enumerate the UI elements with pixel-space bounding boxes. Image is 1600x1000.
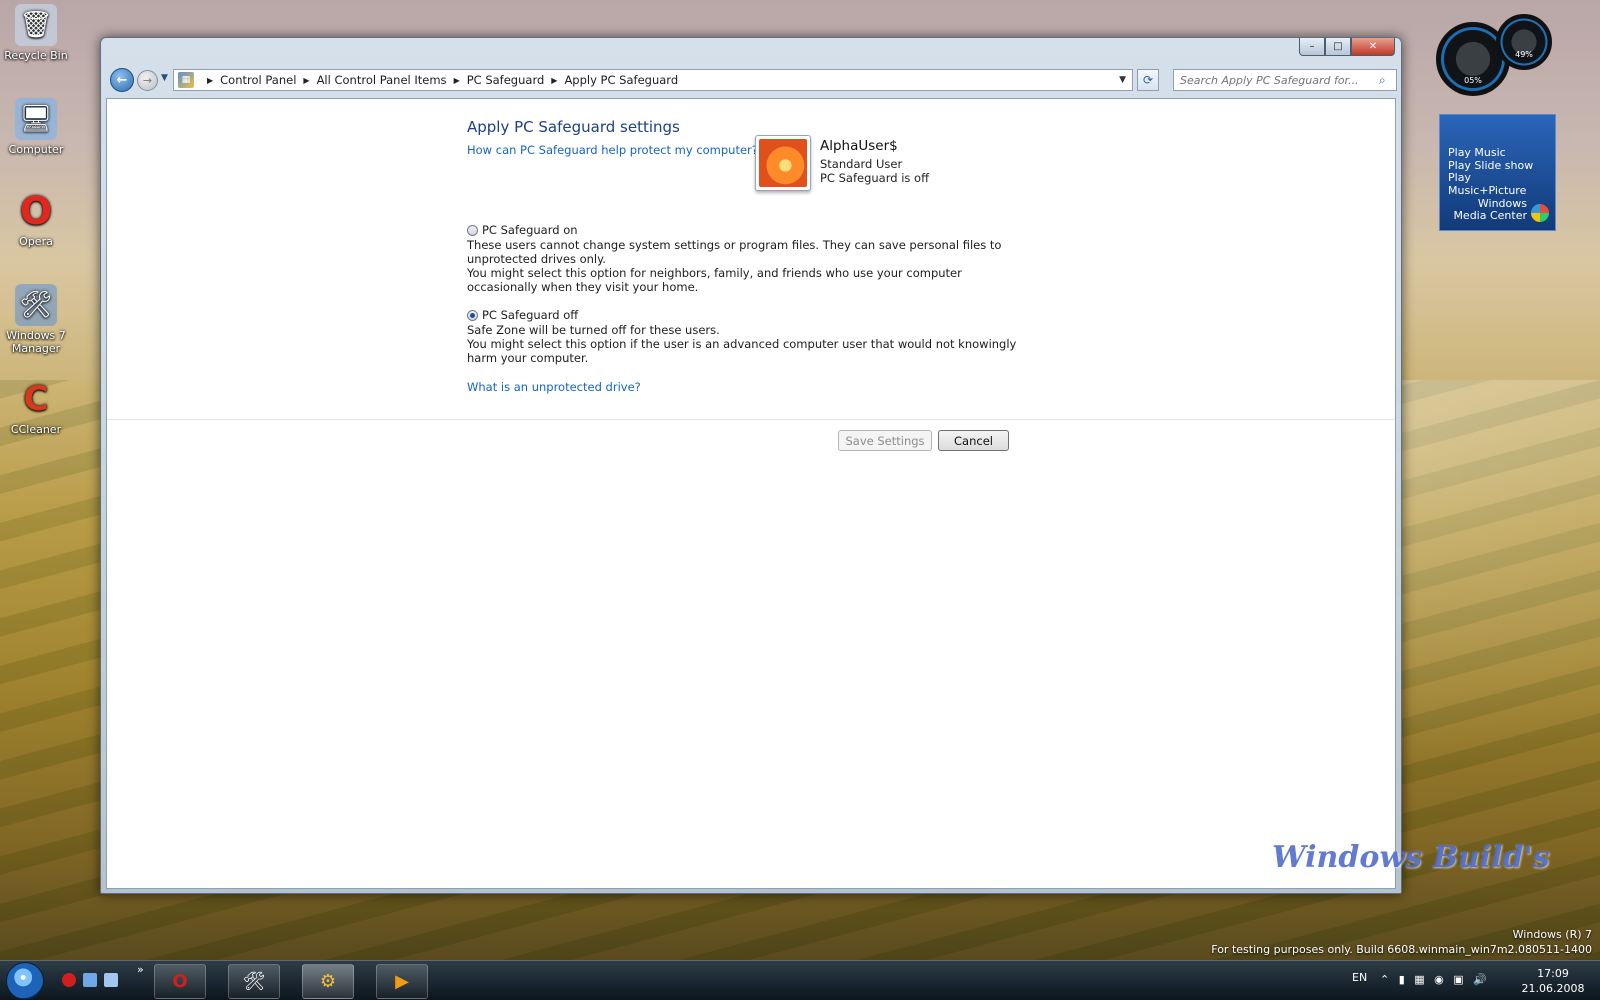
option-pc-safeguard-on: PC Safeguard on These users cannot chang…: [467, 223, 1027, 294]
desktop-icon-label: Opera: [19, 235, 53, 248]
clock-date: 21.06.2008: [1521, 982, 1585, 995]
taskbar: » O 🛠 ⚙ ▶ EN ⌃ ▮ ▦ ◉ ▣ 🔊 17:09 21.06.200…: [0, 960, 1600, 1000]
option-description: You might select this option for neighbo…: [467, 266, 962, 294]
address-dropdown-icon[interactable]: ▼: [1119, 75, 1126, 85]
language-indicator[interactable]: EN: [1352, 971, 1367, 984]
arrow-right-icon: →: [142, 74, 153, 87]
desktop-icon-label: Windows 7 Manager: [6, 329, 66, 355]
opera-icon: O: [19, 189, 53, 233]
option-description: You might select this option if the user…: [467, 337, 1017, 365]
desktop-icon-label: Computer: [8, 143, 64, 156]
cpu-meter-gadget[interactable]: 05% 49%: [1436, 14, 1552, 100]
breadcrumb-all-control-panel-items[interactable]: All Control Panel Items: [317, 73, 447, 87]
windows-7-manager-icon: 🛠: [15, 284, 57, 326]
page-title: Apply PC Safeguard settings: [467, 118, 680, 136]
user-type: Standard User: [820, 157, 903, 171]
option-description: These users cannot change system setting…: [467, 238, 1002, 266]
notification-tray-icons[interactable]: ⌃ ▮ ▦ ◉ ▣ 🔊: [1380, 973, 1490, 986]
back-button[interactable]: ←: [110, 68, 134, 92]
caption-buttons: – □ ✕: [1299, 38, 1395, 56]
quick-launch-desktop-icon[interactable]: [83, 973, 97, 987]
windows-7-manager-icon: 🛠: [242, 971, 266, 992]
breadcrumb-separator-icon[interactable]: ▶: [551, 76, 557, 85]
computer-icon: 🖥: [15, 98, 57, 140]
watermark-line: Windows (R) 7: [1512, 928, 1592, 941]
unprotected-drive-link[interactable]: What is an unprotected drive?: [467, 380, 641, 394]
chevron-down-icon: ▼: [161, 73, 168, 83]
user-name: AlphaUser$: [820, 138, 898, 154]
control-panel-icon: ▦: [178, 72, 194, 88]
media-center-label: Windows Media Center: [1453, 198, 1527, 222]
media-center-item[interactable]: Play Music: [1448, 146, 1547, 160]
media-center-gadget: Play Music Play Slide show Play Music+Pi…: [1439, 114, 1556, 231]
recent-pages-button[interactable]: ▼: [161, 73, 168, 83]
desktop-icon-windows-7-manager[interactable]: 🛠 Windows 7 Manager: [4, 284, 68, 355]
refresh-icon: ⟳: [1142, 73, 1154, 87]
address-bar[interactable]: ▦ ▶ Control Panel ▶ All Control Panel It…: [173, 69, 1133, 91]
media-center-item[interactable]: Play Music+Picture: [1448, 171, 1547, 197]
maximize-button[interactable]: □: [1325, 38, 1351, 56]
option-label[interactable]: PC Safeguard on: [482, 223, 578, 237]
option-description: Safe Zone will be turned off for these u…: [467, 323, 720, 337]
media-center-label-line: Media Center: [1453, 209, 1527, 222]
desktop-icon-label: CCleaner: [10, 423, 62, 436]
desktop-icon-opera[interactable]: O Opera: [4, 189, 68, 248]
minimize-button[interactable]: –: [1299, 38, 1325, 56]
taskbar-button-control-panel[interactable]: ⚙: [302, 964, 354, 999]
refresh-button[interactable]: ⟳: [1137, 69, 1159, 91]
taskbar-button-media-player[interactable]: ▶: [376, 964, 428, 999]
media-player-icon: ▶: [395, 971, 409, 992]
flower-picture-icon: [759, 139, 807, 187]
quick-launch-more-icon[interactable]: »: [137, 963, 144, 976]
control-panel-window: – □ ✕ ← → ▼ ▦ ▶ Control Panel ▶ All Cont…: [100, 37, 1402, 894]
quick-launch-window-switcher-icon[interactable]: [104, 973, 118, 987]
watermark-logo: Windows Build's: [1272, 840, 1550, 875]
divider: [107, 419, 1395, 420]
desktop-icon-ccleaner[interactable]: C CCleaner: [4, 378, 68, 436]
option-pc-safeguard-off: PC Safeguard off Safe Zone will be turne…: [467, 308, 1027, 365]
breadcrumb-separator-icon[interactable]: ▶: [207, 76, 213, 85]
navigation-bar: ← → ▼ ▦ ▶ Control Panel ▶ All Control Pa…: [107, 68, 1397, 92]
watermark-line: For testing purposes only. Build 6608.wi…: [1211, 943, 1592, 956]
control-panel-icon: ⚙: [319, 971, 337, 992]
breadcrumb-pc-safeguard[interactable]: PC Safeguard: [467, 73, 545, 87]
breadcrumb-separator-icon[interactable]: ▶: [454, 76, 460, 85]
windows-logo-icon: [1531, 204, 1549, 222]
radio-pc-safeguard-off[interactable]: [467, 309, 478, 321]
forward-button[interactable]: →: [137, 70, 158, 91]
breadcrumb-separator-icon[interactable]: ▶: [303, 76, 309, 85]
save-settings-button[interactable]: Save Settings: [838, 430, 932, 451]
breadcrumb-control-panel[interactable]: Control Panel: [220, 73, 296, 87]
content-pane: Apply PC Safeguard settings How can PC S…: [106, 98, 1396, 889]
recycle-bin-icon: 🗑: [15, 4, 57, 46]
taskbar-clock[interactable]: 17:09 21.06.2008: [1512, 966, 1594, 996]
build-watermark: Windows (R) 7 For testing purposes only.…: [1211, 927, 1592, 957]
arrow-left-icon: ←: [116, 72, 128, 88]
cancel-button[interactable]: Cancel: [938, 430, 1009, 451]
desktop-icon-recycle-bin[interactable]: 🗑 Recycle Bin: [4, 4, 68, 62]
search-icon[interactable]: ⌕: [1379, 73, 1386, 88]
user-avatar: [755, 135, 811, 191]
taskbar-button-opera[interactable]: O: [154, 964, 206, 999]
quick-launch-opera-icon[interactable]: [62, 973, 76, 987]
cpu-usage-value: 05%: [1464, 76, 1482, 85]
breadcrumb-apply-pc-safeguard[interactable]: Apply PC Safeguard: [564, 73, 678, 87]
desktop-icon-computer[interactable]: 🖥 Computer: [4, 98, 68, 156]
desktop-icon-label: Recycle Bin: [4, 49, 68, 62]
taskbar-button-windows-7-manager[interactable]: 🛠: [228, 964, 280, 999]
help-link[interactable]: How can PC Safeguard help protect my com…: [467, 143, 758, 157]
search-input[interactable]: [1173, 69, 1397, 91]
start-button[interactable]: [6, 962, 44, 1000]
memory-dial: 49%: [1496, 14, 1552, 70]
radio-pc-safeguard-on[interactable]: [467, 224, 478, 236]
user-status: PC Safeguard is off: [820, 171, 930, 185]
opera-icon: O: [172, 971, 188, 992]
memory-usage-value: 49%: [1515, 50, 1533, 59]
close-button[interactable]: ✕: [1351, 38, 1395, 56]
option-label[interactable]: PC Safeguard off: [482, 308, 578, 322]
ccleaner-icon: C: [23, 379, 49, 419]
clock-time: 17:09: [1537, 967, 1569, 980]
